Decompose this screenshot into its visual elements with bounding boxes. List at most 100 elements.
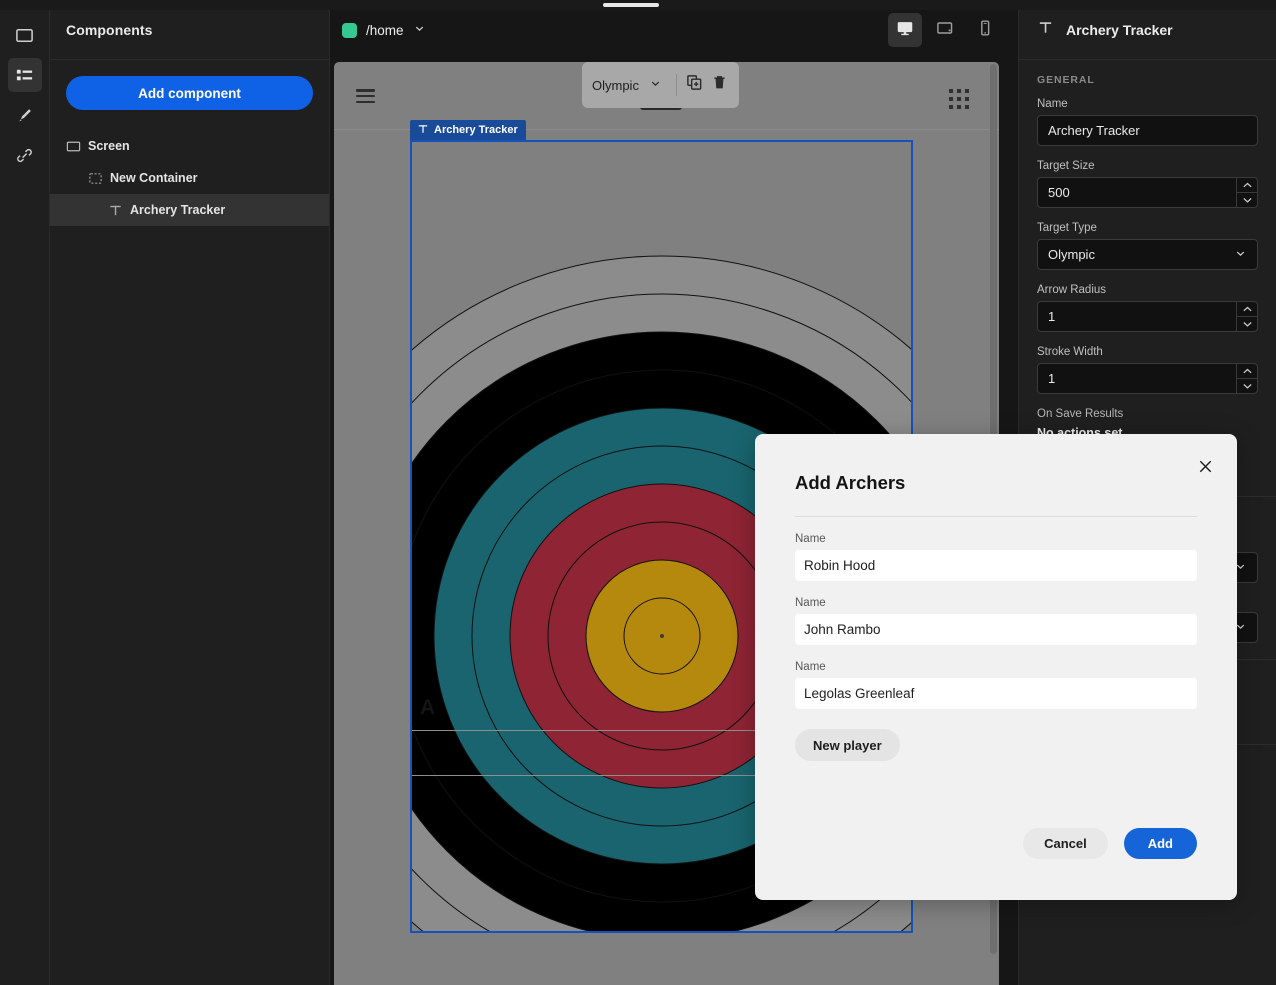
text-component-icon [108,203,130,218]
chevron-down-icon [1234,247,1247,263]
add-archers-modal: Add Archers Name Name Name New player Ca… [755,434,1237,900]
archer-field-3: Name [795,661,1197,709]
left-icon-rail [0,0,50,985]
tree-item-archery-tracker[interactable]: Archery Tracker [50,194,329,226]
components-list-icon [15,66,34,85]
rail-links-button[interactable] [8,138,42,172]
chevron-down-icon[interactable] [1237,193,1257,207]
brush-icon [15,106,34,125]
target-type-select[interactable]: Olympic [1037,239,1258,270]
archer-name-input-1[interactable] [795,550,1197,581]
delete-button[interactable] [710,72,729,98]
field-target-type: Target Type Olympic [1037,222,1258,270]
chevron-down-icon [649,77,662,93]
app-root: Components Add component Screen New Cont… [0,0,1276,985]
canvas-area: /home A Archery Tracker Olympic Add Arch… [330,0,1237,985]
components-panel: Components Add component Screen New Cont… [50,0,330,985]
arrow-radius-stepper [1037,301,1258,332]
target-size-stepper [1037,177,1258,208]
stroke-width-spinner [1236,363,1258,394]
archer-field-1: Name [795,533,1197,581]
chevron-down-icon[interactable] [1237,379,1257,393]
active-tab-indicator[interactable] [603,3,659,7]
route-status-dot [342,22,357,38]
stroke-width-input[interactable] [1037,363,1236,394]
route-label: /home [366,22,404,38]
archer-field-1-label: Name [795,533,826,545]
on-save-results-label: On Save Results [1037,408,1124,420]
modal-title: Add Archers [795,472,906,493]
desktop-icon [895,18,915,43]
archer-field-3-label: Name [795,661,826,673]
field-target-size: Target Size [1037,160,1258,208]
hamburger-menu-icon[interactable] [356,89,375,103]
link-icon [15,146,34,165]
inspector-section-general: GENERAL Name Target Size Target Type [1019,60,1276,496]
chevron-up-icon[interactable] [1237,178,1257,193]
field-stroke-width-label: Stroke Width [1037,346,1103,358]
field-arrow-radius-label: Arrow Radius [1037,284,1107,296]
target-size-spinner [1236,177,1258,208]
mobile-view-button[interactable] [968,13,1002,47]
chevron-down-icon [413,22,426,38]
duplicate-icon [686,74,703,96]
text-component-icon [1037,19,1054,41]
cancel-button[interactable]: Cancel [1023,828,1108,859]
target-size-input[interactable] [1037,177,1236,208]
container-icon [88,171,110,186]
field-name-label: Name [1037,98,1068,110]
archer-field-2: Name [795,597,1197,645]
field-stroke-width: Stroke Width [1037,346,1258,394]
grid-apps-icon[interactable] [949,89,969,109]
chevron-up-icon[interactable] [1237,364,1257,379]
target-type-value: Olympic [1048,247,1095,262]
archer-name-input-2[interactable] [795,614,1197,645]
arrow-radius-input[interactable] [1037,301,1236,332]
modal-actions: Cancel Add [1023,828,1197,859]
section-label-general: GENERAL [1037,74,1095,86]
archer-name-input-3[interactable] [795,678,1197,709]
device-preview-group [888,13,1002,47]
field-target-size-label: Target Size [1037,160,1095,172]
target-type-quick-select[interactable]: Olympic [592,77,668,93]
add-button[interactable]: Add [1123,828,1197,859]
components-panel-body: Add component Screen New Container Arche… [50,60,329,226]
text-component-icon [417,123,429,138]
target-type-quick-value: Olympic [592,77,639,93]
chevron-up-icon[interactable] [1237,302,1257,317]
screen-icon [66,139,88,154]
screen-icon [15,26,34,45]
page-title: Components [66,21,153,38]
archer-field-2-label: Name [795,597,826,609]
tree-item-new-container[interactable]: New Container [50,162,329,194]
tablet-view-button[interactable] [928,13,962,47]
close-icon[interactable] [1194,455,1216,477]
component-tree: Screen New Container Archery Tracker [50,130,329,226]
rail-theme-button[interactable] [8,98,42,132]
stroke-width-stepper [1037,363,1258,394]
tree-item-label: Archery Tracker [130,203,226,217]
tablet-icon [935,18,955,43]
chevron-down-icon[interactable] [1237,317,1257,331]
trash-icon [711,74,728,96]
duplicate-button[interactable] [685,72,704,98]
tree-item-label: New Container [110,171,198,185]
route-selector[interactable]: /home [338,22,426,38]
arrow-radius-spinner [1236,301,1258,332]
rail-screen-button[interactable] [8,18,42,52]
add-component-button[interactable]: Add component [66,76,313,110]
name-input[interactable] [1037,115,1258,146]
new-player-button[interactable]: New player [795,729,900,761]
selection-badge[interactable]: Archery Tracker [410,120,526,140]
top-strip [0,0,1276,10]
desktop-view-button[interactable] [888,13,922,47]
toolbar-divider [675,74,677,96]
rail-components-button[interactable] [7,58,42,92]
modal-divider [795,516,1197,517]
field-name: Name [1037,98,1258,146]
selection-badge-label: Archery Tracker [434,124,518,136]
tree-item-screen[interactable]: Screen [50,130,329,162]
mobile-icon [975,18,995,43]
inspector-title: Archery Tracker [1066,21,1173,38]
tree-item-label: Screen [88,139,130,153]
